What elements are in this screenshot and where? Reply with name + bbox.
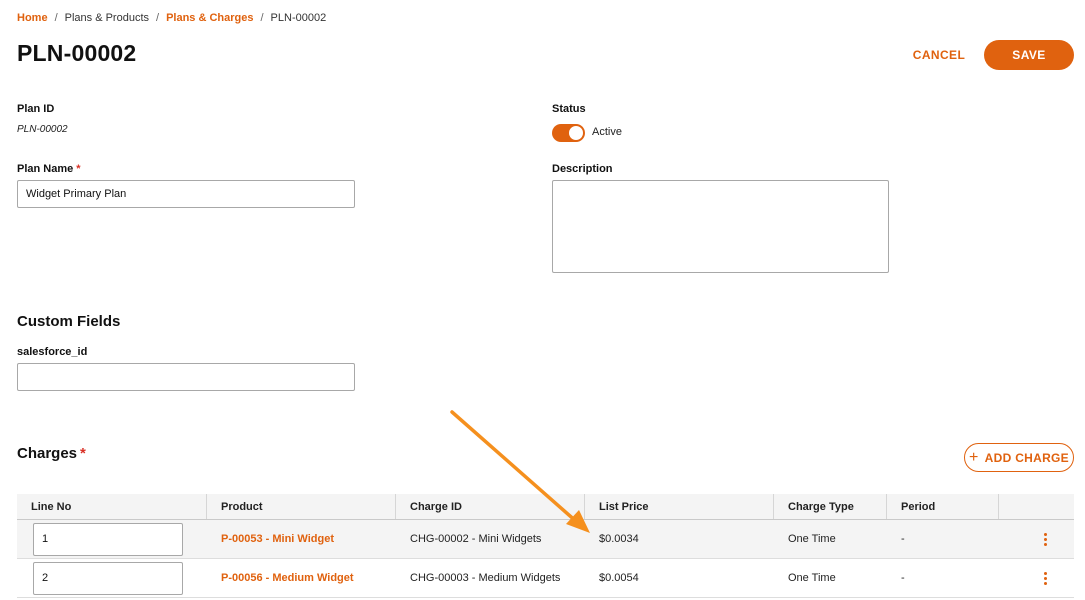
status-label: Status bbox=[552, 103, 586, 115]
product-link[interactable]: P-00056 - Medium Widget bbox=[207, 559, 396, 597]
salesforce-id-input[interactable] bbox=[17, 363, 355, 391]
charges-table: Line No Product Charge ID List Price Cha… bbox=[17, 494, 1074, 598]
save-button[interactable]: SAVE bbox=[984, 40, 1074, 70]
plan-name-label-text: Plan Name bbox=[17, 163, 74, 175]
plan-name-label: Plan Name * bbox=[17, 163, 81, 175]
breadcrumb-plans-products: Plans & Products bbox=[64, 12, 149, 24]
breadcrumb-current: PLN-00002 bbox=[270, 12, 327, 24]
custom-fields-title: Custom Fields bbox=[17, 313, 121, 330]
table-header: Line No Product Charge ID List Price Cha… bbox=[17, 494, 1074, 520]
plan-name-input[interactable] bbox=[17, 180, 355, 208]
add-charge-label: ADD CHARGE bbox=[984, 450, 1069, 465]
page-title: PLN-00002 bbox=[17, 40, 137, 66]
column-header-charge-type[interactable]: Charge Type bbox=[774, 494, 887, 519]
product-link[interactable]: P-00053 - Mini Widget bbox=[207, 520, 396, 558]
breadcrumb-separator: / bbox=[260, 12, 264, 24]
required-asterisk: * bbox=[76, 163, 81, 175]
required-asterisk: * bbox=[80, 445, 86, 462]
charge-id-cell: CHG-00002 - Mini Widgets bbox=[410, 533, 542, 545]
column-header-line-no[interactable]: Line No bbox=[17, 494, 207, 519]
plan-id-value: PLN-00002 bbox=[17, 124, 68, 135]
column-header-product[interactable]: Product bbox=[207, 494, 396, 519]
column-header-charge-id[interactable]: Charge ID bbox=[396, 494, 585, 519]
row-actions-cell bbox=[999, 520, 1074, 558]
description-textarea[interactable] bbox=[552, 180, 889, 273]
column-header-actions bbox=[999, 494, 1074, 519]
breadcrumb-separator: / bbox=[54, 12, 58, 24]
table-row: P-00056 - Medium Widget CHG-00003 - Medi… bbox=[17, 559, 1074, 598]
charge-type-cell: One Time bbox=[788, 533, 836, 545]
line-no-input[interactable] bbox=[33, 522, 183, 556]
description-label: Description bbox=[552, 163, 613, 175]
breadcrumb-plans-charges[interactable]: Plans & Charges bbox=[166, 12, 253, 24]
status-value: Active bbox=[592, 126, 622, 138]
toggle-knob bbox=[569, 126, 583, 140]
charges-title-text: Charges bbox=[17, 445, 78, 462]
salesforce-id-label: salesforce_id bbox=[17, 346, 88, 358]
breadcrumb-separator: / bbox=[156, 12, 160, 24]
list-price-cell: $0.0054 bbox=[599, 572, 639, 584]
line-no-cell bbox=[17, 520, 207, 558]
row-actions-cell bbox=[999, 559, 1074, 597]
plus-icon: + bbox=[969, 448, 979, 466]
column-header-list-price[interactable]: List Price bbox=[585, 494, 774, 519]
kebab-menu-icon[interactable] bbox=[1035, 568, 1055, 588]
add-charge-button[interactable]: + ADD CHARGE bbox=[964, 443, 1074, 472]
plan-id-label: Plan ID bbox=[17, 103, 55, 115]
cancel-button[interactable]: CANCEL bbox=[905, 41, 973, 69]
list-price-cell: $0.0034 bbox=[599, 533, 639, 545]
line-no-input[interactable] bbox=[33, 561, 183, 595]
column-header-period[interactable]: Period bbox=[887, 494, 999, 519]
breadcrumb: Home / Plans & Products / Plans & Charge… bbox=[17, 12, 326, 24]
table-row: P-00053 - Mini Widget CHG-00002 - Mini W… bbox=[17, 520, 1074, 559]
period-cell: - bbox=[901, 533, 905, 545]
charges-title: Charges * bbox=[17, 445, 86, 462]
charge-type-cell: One Time bbox=[788, 572, 836, 584]
line-no-cell bbox=[17, 559, 207, 597]
period-cell: - bbox=[901, 572, 905, 584]
charge-id-cell: CHG-00003 - Medium Widgets bbox=[410, 572, 561, 584]
breadcrumb-home[interactable]: Home bbox=[17, 12, 48, 24]
status-toggle[interactable] bbox=[552, 124, 585, 142]
kebab-menu-icon[interactable] bbox=[1035, 529, 1055, 549]
